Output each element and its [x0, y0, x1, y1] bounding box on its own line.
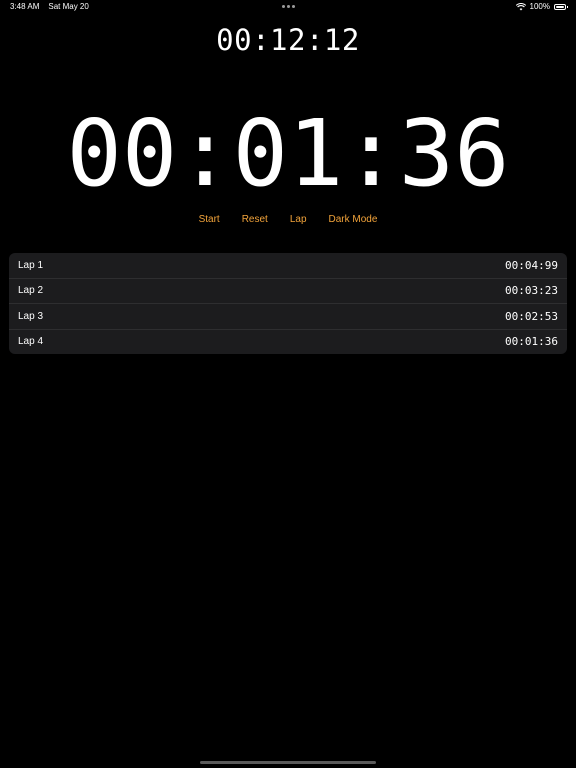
reset-button[interactable]: Reset — [242, 212, 268, 228]
status-left: 3:48 AM Sat May 20 — [10, 0, 89, 14]
home-indicator[interactable] — [200, 761, 376, 764]
lap-button[interactable]: Lap — [290, 212, 307, 228]
battery-percent: 100% — [529, 2, 550, 11]
lap-time: 00:04:99 — [505, 258, 558, 272]
lap-time: 00:02:53 — [505, 309, 558, 323]
lap-time: 00:01:36 — [505, 335, 558, 349]
total-time-display: 00:12:12 — [216, 23, 360, 57]
control-bar: Start Reset Lap Dark Mode — [0, 212, 576, 228]
lap-row[interactable]: Lap 1 00:04:99 — [9, 253, 567, 279]
lap-label: Lap 2 — [18, 285, 44, 297]
lap-time: 00:03:23 — [505, 284, 558, 298]
lap-row[interactable]: Lap 3 00:02:53 — [9, 304, 567, 330]
current-time-display: 00:01:36 — [66, 100, 510, 207]
lap-row[interactable]: Lap 2 00:03:23 — [9, 279, 567, 304]
lap-label: Lap 4 — [18, 336, 44, 348]
lap-list[interactable]: Lap 1 00:04:99 Lap 2 00:03:23 Lap 3 00:0… — [9, 253, 567, 354]
multitasking-dots-icon[interactable] — [282, 5, 295, 8]
lap-label: Lap 3 — [18, 310, 44, 322]
start-button[interactable]: Start — [199, 212, 220, 228]
lap-row[interactable]: Lap 4 00:01:36 — [9, 330, 567, 355]
wifi-icon — [515, 3, 526, 11]
status-bar: 3:48 AM Sat May 20 100% — [0, 0, 576, 14]
battery-icon — [554, 4, 568, 10]
status-time: 3:48 AM — [10, 2, 40, 11]
status-right: 100% — [515, 0, 568, 14]
lap-label: Lap 1 — [18, 259, 44, 271]
status-date: Sat May 20 — [48, 2, 89, 11]
dark-mode-button[interactable]: Dark Mode — [329, 212, 378, 228]
